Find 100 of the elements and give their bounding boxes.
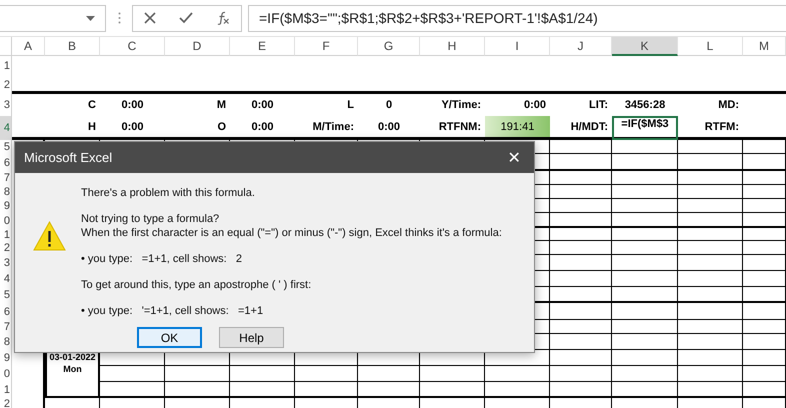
table-cell [678,241,743,255]
table-cell [743,366,786,382]
table-cell [678,382,743,398]
table-cell [550,199,612,213]
column-header[interactable]: K [612,37,678,56]
grip-icon [118,12,120,24]
table-cell [743,241,786,255]
table-cell [550,241,612,255]
caret-icon [86,16,95,20]
column-header[interactable]: D [165,37,230,56]
table-cell: 191:41 [485,116,550,140]
column-header[interactable]: M [743,37,786,56]
table-cell [678,171,743,185]
table-cell [550,171,612,185]
day-text: Mon [63,364,82,374]
table-cell [743,320,786,334]
table-cell [678,350,743,366]
ok-button[interactable]: OK [137,327,202,348]
formula-field[interactable]: =IF($M$3="";$R$1;$R$2+$R$3+'REPORT-1'!$A$1/24) [248,4,786,32]
function-icon[interactable] [216,11,230,25]
table-cell [678,185,743,199]
table-cell: =IF($M$3 [612,116,678,140]
help-button[interactable]: Help [219,327,284,348]
column-header[interactable]: L [678,37,743,56]
table-cell [743,350,786,366]
dialog-title: Microsoft Excel [24,150,112,165]
table-cell [743,228,786,241]
table-cell [165,382,230,398]
table-cell [743,199,786,213]
table-cell [550,287,612,303]
column-header[interactable]: E [230,37,295,56]
close-button[interactable]: ✕ [494,142,534,173]
table-cell [295,382,358,398]
table-cell [550,350,612,366]
table-cell [230,382,295,398]
table-cell [550,320,612,334]
table-cell [743,185,786,199]
column-header[interactable]: G [358,37,420,56]
table-cell [678,154,743,171]
table-cell [612,303,678,320]
table-cell [743,255,786,271]
table-cell [678,366,743,382]
table-cell [612,366,678,382]
table-cell [612,154,678,171]
warning-icon [33,221,66,251]
table-cell [612,271,678,287]
table-cell [550,382,612,398]
message-text: • you type: =1+1, cell shows: 2 [81,252,242,266]
table-cell [612,228,678,241]
table-cell [420,366,485,382]
table-cell [420,382,485,398]
column-header[interactable]: J [550,37,612,56]
table-cell [550,255,612,271]
message-text: Not trying to type a formula? [81,212,220,226]
table-cell [678,228,743,241]
table-cell [678,199,743,213]
table-cell [612,241,678,255]
message-text: When the first character is an equal ("=") or minus ("-") sign, Excel thinks it's a formula: [81,226,502,240]
column-header[interactable]: C [100,37,165,56]
table-cell [612,350,678,366]
table-cell [485,366,550,382]
table-cell [678,255,743,271]
message-text: To get around this, type an apostrophe ( ' ) first: [81,278,312,292]
table-cell [612,213,678,228]
table-cell [612,140,678,154]
column-header[interactable]: B [45,37,100,56]
column-header[interactable]: I [485,37,550,56]
date-text: 03-01-2022 [49,352,96,362]
table-cell [612,199,678,213]
table-cell [550,228,612,241]
column-header[interactable]: H [420,37,485,56]
table-cell [743,382,786,398]
table-cell [230,366,295,382]
table-cell [550,271,612,287]
table-cell [678,320,743,334]
row-header[interactable]: 4 [0,116,12,140]
table-cell [612,334,678,350]
table-cell [612,255,678,271]
check-icon[interactable] [178,12,193,24]
table-cell [358,366,420,382]
table-cell [550,154,612,171]
message-text: There's a problem with this formula. [81,186,255,200]
table-cell [550,366,612,382]
table-cell [612,287,678,303]
table-cell [678,213,743,228]
column-header[interactable]: F [295,37,358,56]
column-header[interactable]: A [12,37,45,56]
cancel-icon[interactable] [144,12,156,24]
table-cell [612,171,678,185]
table-cell [678,287,743,303]
table-cell [743,213,786,228]
table-cell [678,303,743,320]
table-cell [165,366,230,382]
table-cell [743,334,786,350]
table-cell [678,334,743,350]
table-cell [550,334,612,350]
table-cell [550,303,612,320]
table-cell [358,382,420,398]
table-cell [743,287,786,303]
table-cell [612,382,678,398]
